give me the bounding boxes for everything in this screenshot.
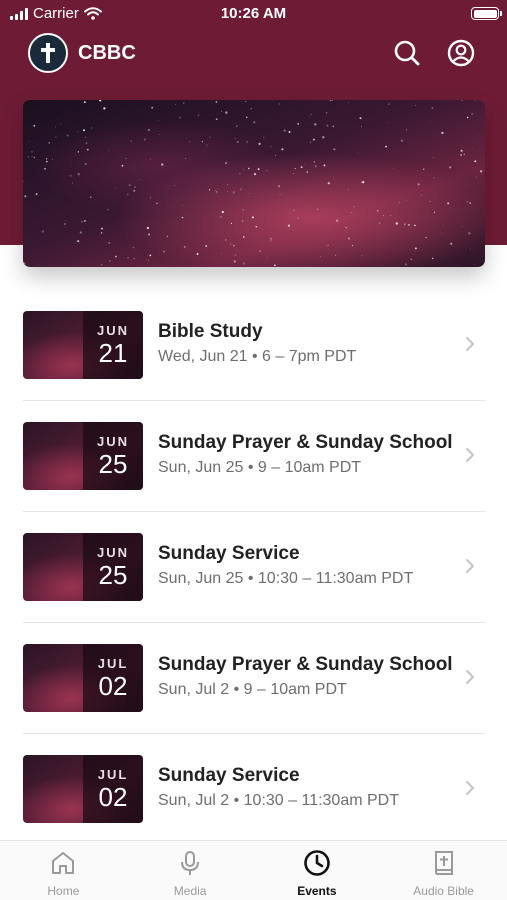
event-row[interactable]: JUL 02 Sunday Service Sun, Jul 2 • 10:30 – … — [23, 734, 485, 845]
app-bar: CBBC — [0, 30, 507, 76]
event-day: 02 — [98, 782, 128, 812]
event-row[interactable]: JUN 25 Sunday Prayer & Sunday School Sun, J… — [23, 401, 485, 512]
hero-image[interactable] — [23, 100, 485, 267]
chevron-right-icon — [461, 446, 479, 464]
chevron-right-icon — [461, 335, 479, 353]
battery-icon — [471, 7, 502, 20]
event-thumbnail: JUL 02 — [23, 755, 143, 823]
bible-icon — [430, 849, 458, 877]
event-month: JUN — [96, 545, 129, 560]
status-bar: Carrier 10:26 AM — [0, 0, 507, 28]
event-thumbnail: JUN 25 — [23, 422, 143, 490]
home-icon — [49, 849, 77, 877]
event-thumbnail: JUN 25 — [23, 533, 143, 601]
event-thumbnail: JUL 02 — [23, 644, 143, 712]
starfield — [23, 100, 483, 267]
tab-audio-bible[interactable]: Audio Bible — [380, 841, 507, 900]
tab-label: Events — [297, 884, 337, 898]
event-day: 21 — [98, 338, 128, 368]
event-month: JUL — [97, 767, 129, 782]
event-day: 02 — [98, 671, 128, 701]
tab-label: Audio Bible — [413, 884, 474, 898]
chevron-right-icon — [461, 557, 479, 575]
tab-label: Home — [47, 884, 80, 898]
event-row[interactable]: JUL 02 Sunday Prayer & Sunday School Sun, J… — [23, 623, 485, 734]
status-time: 10:26 AM — [220, 5, 287, 22]
chevron-right-icon — [461, 779, 479, 797]
tab-media[interactable]: Media — [127, 841, 254, 900]
cross-icon[interactable] — [28, 33, 68, 73]
event-title: Sunday Service — [158, 765, 300, 786]
event-subtitle: Wed, Jun 21 • 6 – 7pm PDT — [158, 348, 357, 365]
event-subtitle: Sun, Jul 2 • 9 – 10am PDT — [158, 681, 347, 698]
event-subtitle: Sun, Jul 2 • 10:30 – 11:30am PDT — [158, 792, 399, 809]
microphone-icon — [176, 849, 204, 877]
event-title: Sunday Prayer & Sunday School — [158, 432, 453, 453]
event-date-badge: JUL 02 — [83, 755, 143, 823]
event-subtitle: Sun, Jun 25 • 10:30 – 11:30am PDT — [158, 570, 414, 587]
app-title: CBBC — [78, 42, 136, 64]
chevron-right-icon — [461, 668, 479, 686]
event-row[interactable]: JUN 21 Bible Study Wed, Jun 21 • 6 – 7pm PD… — [23, 290, 485, 401]
event-title: Bible Study — [158, 321, 263, 342]
event-month: JUL — [97, 656, 129, 671]
tab-label: Media — [173, 884, 207, 898]
event-date-badge: JUN 25 — [83, 422, 143, 490]
search-icon[interactable] — [392, 38, 422, 68]
event-title: Sunday Service — [158, 543, 300, 564]
clock-icon — [303, 849, 331, 877]
events-list: JUN 21 Bible Study Wed, Jun 21 • 6 – 7pm PD… — [23, 290, 485, 845]
event-month: JUN — [96, 434, 129, 449]
tab-bar: Home Media Events Audio Bible — [0, 840, 507, 900]
event-subtitle: Sun, Jun 25 • 9 – 10am PDT — [158, 459, 362, 476]
event-date-badge: JUL 02 — [83, 644, 143, 712]
event-month: JUN — [96, 323, 129, 338]
event-date-badge: JUN 21 — [83, 311, 143, 379]
tab-home[interactable]: Home — [0, 841, 127, 900]
event-title: Sunday Prayer & Sunday School — [158, 654, 453, 675]
event-day: 25 — [98, 449, 128, 479]
event-day: 25 — [98, 560, 128, 590]
tab-events[interactable]: Events — [254, 841, 381, 900]
event-row[interactable]: JUN 25 Sunday Service Sun, Jun 25 • 10:30 –… — [23, 512, 485, 623]
event-date-badge: JUN 25 — [83, 533, 143, 601]
user-circle-icon[interactable] — [446, 38, 476, 68]
event-thumbnail: JUN 21 — [23, 311, 143, 379]
